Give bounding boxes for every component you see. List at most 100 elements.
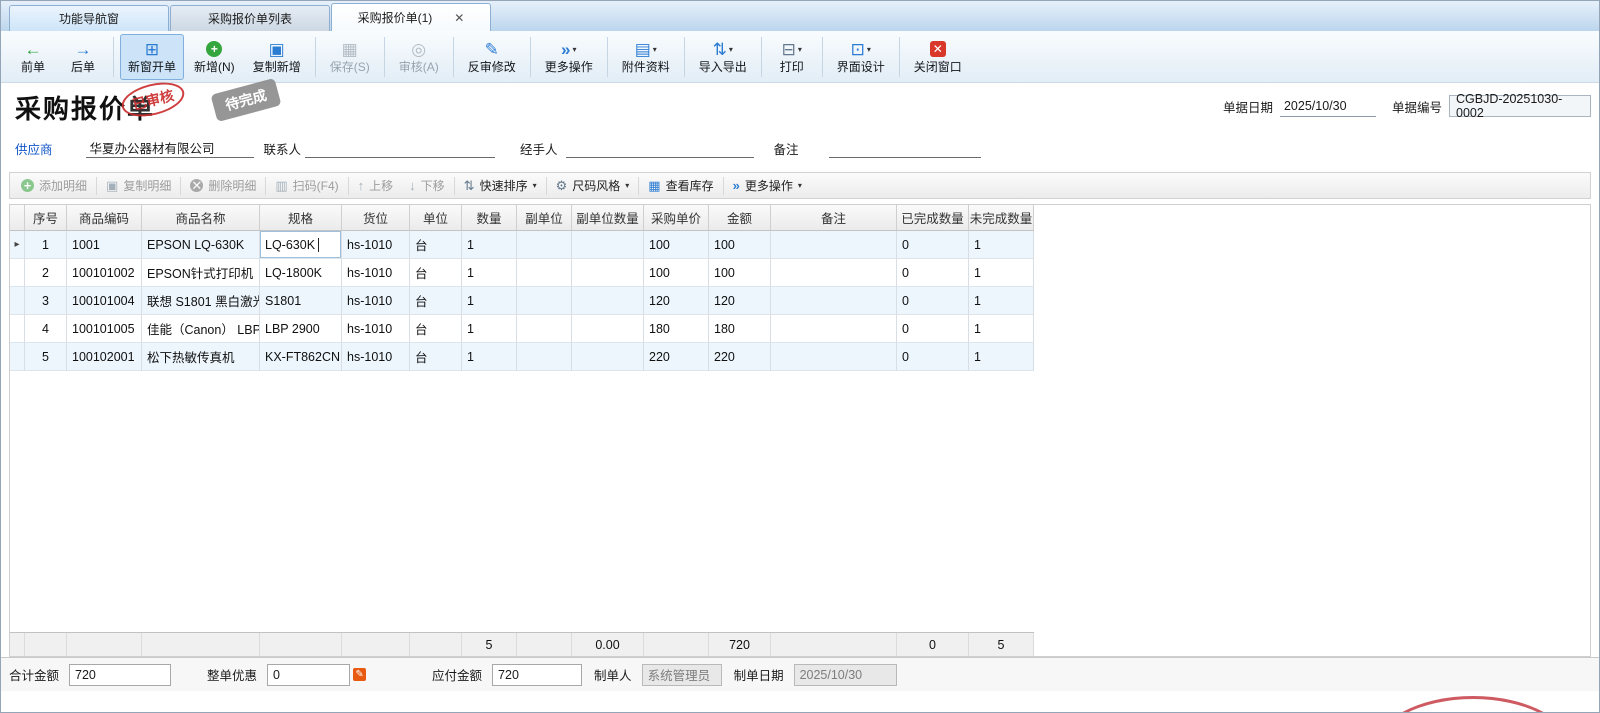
detail-toolbar-button-move-up[interactable]: ↑上移 <box>351 174 401 197</box>
cell[interactable]: EPSON针式打印机 <box>142 259 260 287</box>
cell[interactable] <box>517 231 572 259</box>
cell[interactable] <box>771 343 897 371</box>
cell[interactable]: 0 <box>897 259 969 287</box>
cell[interactable]: 100101002 <box>67 259 142 287</box>
cell[interactable]: LBP 2900 <box>260 315 342 343</box>
cell[interactable]: 松下热敏传真机 <box>142 343 260 371</box>
toolbar-button-import-export[interactable]: ⇅▾导入导出 <box>691 34 755 80</box>
cell[interactable]: 1 <box>462 343 517 371</box>
close-icon[interactable]: ✕ <box>454 12 464 24</box>
cell[interactable] <box>517 315 572 343</box>
column-header[interactable]: 副单位数量 <box>572 205 644 231</box>
column-header[interactable]: 数量 <box>462 205 517 231</box>
toolbar-button-save[interactable]: ▦保存(S) <box>322 34 378 80</box>
cell[interactable]: 100 <box>644 231 709 259</box>
cell[interactable]: hs-1010 <box>342 315 410 343</box>
cell[interactable]: 100 <box>709 259 771 287</box>
table-row[interactable]: ▸11001EPSON LQ-630KLQ-630Khs-1010台110010… <box>10 231 1034 259</box>
cell[interactable] <box>572 343 644 371</box>
cell[interactable]: 0 <box>897 343 969 371</box>
cell[interactable]: 180 <box>644 315 709 343</box>
cell[interactable]: 0 <box>897 315 969 343</box>
detail-toolbar-button-gear[interactable]: ⚙尺码风格▾ <box>549 174 637 197</box>
cell[interactable]: 1 <box>462 315 517 343</box>
cell[interactable]: hs-1010 <box>342 231 410 259</box>
tab-quotation-current[interactable]: 采购报价单(1) ✕ <box>331 3 491 31</box>
detail-toolbar-button-barcode[interactable]: ▥扫码(F4) <box>268 174 345 197</box>
discount-edit-icon[interactable]: ✎ <box>353 668 366 681</box>
cell[interactable]: 1 <box>462 231 517 259</box>
cell[interactable] <box>771 259 897 287</box>
contact-input[interactable] <box>305 138 495 158</box>
toolbar-button-add[interactable]: +新增(N) <box>186 34 243 80</box>
column-header[interactable]: 已完成数量 <box>897 205 969 231</box>
cell[interactable]: hs-1010 <box>342 287 410 315</box>
cell[interactable] <box>771 315 897 343</box>
column-header[interactable]: 商品名称 <box>142 205 260 231</box>
cell[interactable]: 4 <box>25 315 67 343</box>
toolbar-button-print[interactable]: ⊟▾打印 <box>768 34 816 80</box>
detail-toolbar-button-quick-sort[interactable]: ⇅快速排序▾ <box>457 174 544 197</box>
toolbar-button-audit-check[interactable]: ◎审核(A) <box>391 34 447 80</box>
cell[interactable]: KX-FT862CN <box>260 343 342 371</box>
cell[interactable]: 台 <box>410 259 462 287</box>
cell[interactable]: 1001 <box>67 231 142 259</box>
cell[interactable]: 100102001 <box>67 343 142 371</box>
table-row[interactable]: 5100102001松下热敏传真机KX-FT862CNhs-1010台12202… <box>10 343 1034 371</box>
toolbar-button-ui-design[interactable]: ⊡▾界面设计 <box>829 34 893 80</box>
column-header[interactable]: 备注 <box>771 205 897 231</box>
cell[interactable]: 100 <box>644 259 709 287</box>
cell[interactable]: 5 <box>25 343 67 371</box>
detail-toolbar-button-inventory-grid[interactable]: ▦查看库存 <box>641 174 720 197</box>
column-header[interactable]: 单位 <box>410 205 462 231</box>
table-row[interactable]: 3100101004联想 S1801 黑白激光S1801hs-1010台1120… <box>10 287 1034 315</box>
toolbar-button-next-arrow[interactable]: →后单 <box>59 34 107 80</box>
table-row[interactable]: 2100101002EPSON针式打印机LQ-1800Khs-1010台1100… <box>10 259 1034 287</box>
cell[interactable]: 1 <box>462 287 517 315</box>
cell[interactable]: hs-1010 <box>342 343 410 371</box>
cell[interactable] <box>572 315 644 343</box>
tab-function-nav[interactable]: 功能导航窗 <box>9 5 169 31</box>
cell[interactable]: EPSON LQ-630K <box>142 231 260 259</box>
discount-input[interactable]: 0 <box>267 664 350 686</box>
toolbar-button-unaudit-edit[interactable]: ✎反审修改 <box>460 34 524 80</box>
detail-toolbar-button-move-down[interactable]: ↓下移 <box>402 174 452 197</box>
cell[interactable]: 联想 S1801 黑白激光 <box>142 287 260 315</box>
cell[interactable]: 1 <box>969 315 1034 343</box>
cell[interactable] <box>572 231 644 259</box>
column-header[interactable]: 货位 <box>342 205 410 231</box>
supplier-input[interactable]: 华夏办公器材有限公司 <box>86 138 254 158</box>
cell[interactable]: 120 <box>644 287 709 315</box>
cell[interactable]: 1 <box>969 343 1034 371</box>
cell[interactable]: 台 <box>410 287 462 315</box>
cell[interactable] <box>517 343 572 371</box>
cell[interactable]: hs-1010 <box>342 259 410 287</box>
cell[interactable]: 1 <box>969 287 1034 315</box>
toolbar-button-more-actions[interactable]: »▾更多操作 <box>537 34 601 80</box>
column-header[interactable]: 副单位 <box>517 205 572 231</box>
cell[interactable]: LQ-630K <box>260 231 342 259</box>
cell[interactable]: 0 <box>897 231 969 259</box>
cell[interactable]: 100 <box>709 231 771 259</box>
cell[interactable]: 3 <box>25 287 67 315</box>
column-header[interactable]: 金额 <box>709 205 771 231</box>
column-header[interactable]: 规格 <box>260 205 342 231</box>
cell[interactable] <box>572 287 644 315</box>
cell[interactable]: 220 <box>644 343 709 371</box>
cell[interactable] <box>771 287 897 315</box>
toolbar-button-prev-arrow[interactable]: ←前单 <box>9 34 57 80</box>
total-amount-input[interactable]: 720 <box>69 664 171 686</box>
toolbar-button-copy[interactable]: ▣复制新增 <box>245 34 309 80</box>
cell[interactable]: LQ-1800K <box>260 259 342 287</box>
cell[interactable]: 台 <box>410 343 462 371</box>
handler-input[interactable] <box>566 138 754 158</box>
cell[interactable]: 台 <box>410 315 462 343</box>
cell[interactable]: 0 <box>897 287 969 315</box>
column-header[interactable]: 序号 <box>25 205 67 231</box>
cell[interactable] <box>771 231 897 259</box>
table-row[interactable]: 4100101005佳能（Canon） LBPLBP 2900hs-1010台1… <box>10 315 1034 343</box>
detail-toolbar-button-copy-detail[interactable]: ▣复制明细 <box>99 174 178 197</box>
detail-toolbar-button-delete-detail[interactable]: ✕删除明细 <box>183 174 263 197</box>
cell[interactable]: 100101005 <box>67 315 142 343</box>
cell[interactable]: 佳能（Canon） LBP <box>142 315 260 343</box>
